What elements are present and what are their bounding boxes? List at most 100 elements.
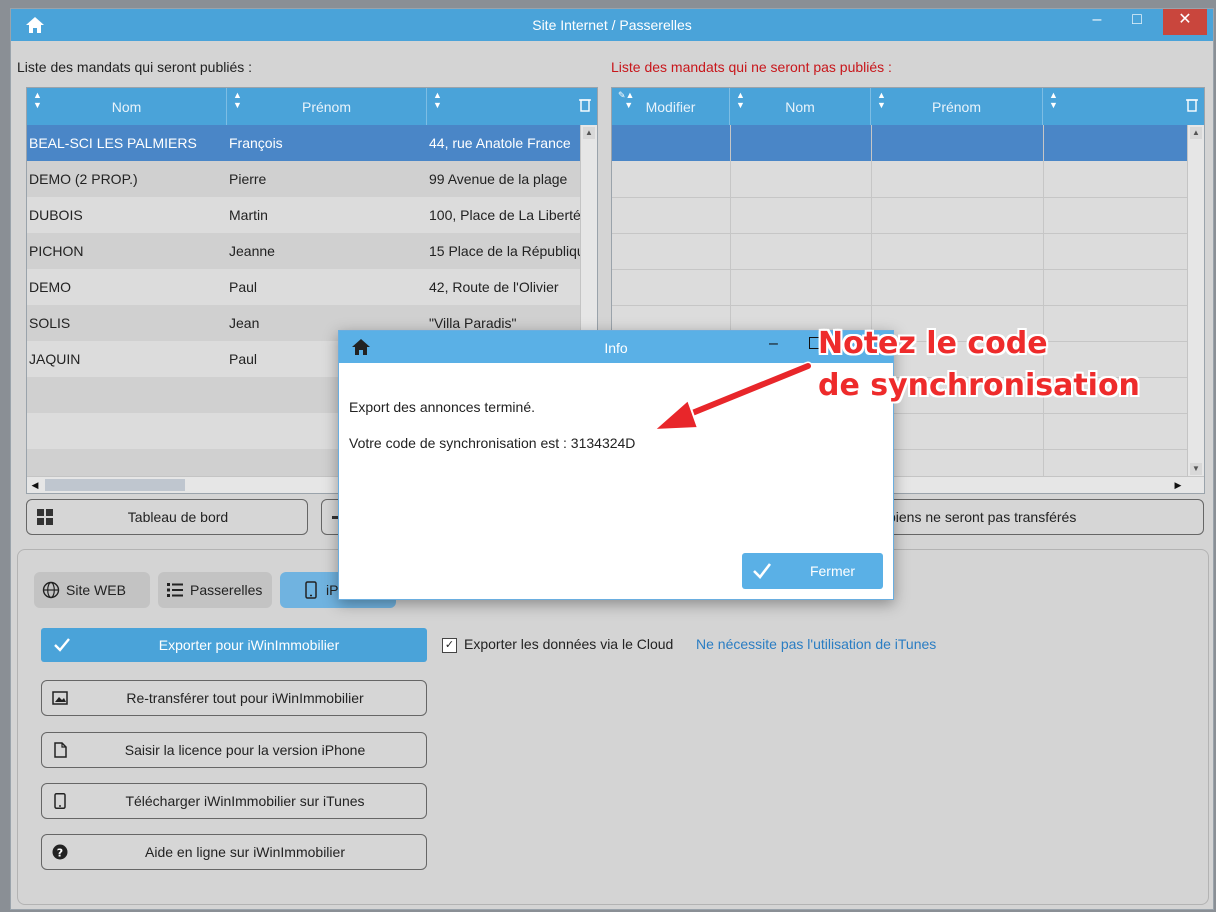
column-header-adresse[interactable]: ▲ ▼ — [427, 88, 597, 125]
cell-prenom: François — [229, 135, 283, 151]
document-icon — [54, 742, 67, 758]
dashboard-button[interactable]: Tableau de bord — [26, 499, 308, 535]
minimize-button[interactable]: – — [1077, 9, 1117, 35]
scroll-left-icon[interactable]: ◀ — [29, 479, 41, 491]
window-title: Site Internet / Passerelles — [532, 17, 692, 33]
download-button[interactable]: Télécharger iWinImmobilier sur iTunes — [41, 783, 427, 819]
table-row[interactable]: BEAL-SCI LES PALMIERS François 44, rue A… — [27, 125, 581, 161]
cloud-export-checkbox[interactable]: ✓ — [442, 638, 457, 653]
cell-nom: DEMO (2 PROP.) — [29, 171, 138, 187]
pin-icon[interactable] — [1186, 98, 1198, 112]
sort-icon: ▲ ▼ — [233, 90, 242, 110]
cell-nom: PICHON — [29, 243, 84, 259]
not-transferred-label: biens ne seront pas transférés — [888, 509, 1077, 525]
sort-icon: ▲ ▼ — [33, 90, 42, 110]
cell-prenom: Pierre — [229, 171, 267, 187]
dialog-message: Export des annonces terminé. — [349, 399, 535, 415]
table-row[interactable]: DEMO (2 PROP.) Pierre 99 Avenue de la pl… — [27, 161, 581, 197]
sort-icon: ▲ ▼ — [877, 90, 886, 110]
pin-icon[interactable] — [579, 98, 591, 112]
table-row[interactable]: DEMO Paul 42, Route de l'Olivier — [27, 269, 581, 305]
dialog-title-bar: Info – — [339, 331, 893, 363]
cell-nom: DUBOIS — [29, 207, 83, 223]
tab-passerelles[interactable]: Passerelles — [158, 572, 272, 608]
download-button-label: Télécharger iWinImmobilier sur iTunes — [125, 793, 365, 809]
close-dialog-button[interactable]: Fermer — [742, 553, 883, 589]
maximize-button[interactable]: □ — [1117, 9, 1157, 35]
export-panel: Site WEB Passerelles iPhone Exporter pou… — [17, 549, 1209, 905]
license-button[interactable]: Saisir la licence pour la version iPhone — [41, 732, 427, 768]
column-header-prenom[interactable]: ▲ ▼ Prénom — [871, 88, 1043, 125]
cell-adresse: 99 Avenue de la plage — [429, 171, 568, 187]
help-button-label: Aide en ligne sur iWinImmobilier — [145, 844, 345, 860]
annotation-line-2: de synchronisation — [818, 368, 1140, 403]
column-header-modifier[interactable]: ✎▲ ▼ Modifier — [612, 88, 730, 125]
cell-nom: JAQUIN — [29, 351, 81, 367]
grid-line — [612, 269, 1188, 270]
table-row[interactable]: PICHON Jeanne 15 Place de la République — [27, 233, 581, 269]
column-header-nom[interactable]: ▲ ▼ Nom — [27, 88, 227, 125]
grid-line — [612, 233, 1188, 234]
tab-label: Passerelles — [190, 582, 263, 598]
column-header-prenom[interactable]: ▲ ▼ Prénom — [227, 88, 427, 125]
cell-adresse: 100, Place de La Liberté — [429, 207, 581, 223]
cell-nom: BEAL-SCI LES PALMIERS — [29, 135, 197, 151]
table-header: ✎▲ ▼ Modifier ▲ ▼ Nom ▲ ▼ Prénom ▲ ▼ — [612, 88, 1204, 125]
scroll-up-icon[interactable]: ▲ — [583, 127, 595, 139]
published-list-label: Liste des mandats qui seront publiés : — [17, 59, 253, 75]
table-row[interactable] — [612, 125, 1188, 161]
scroll-up-icon[interactable]: ▲ — [1190, 127, 1202, 139]
column-header-extra[interactable]: ▲ ▼ — [1043, 88, 1204, 125]
check-icon — [753, 563, 772, 579]
help-button[interactable]: ? Aide en ligne sur iWinImmobilier — [41, 834, 427, 870]
export-button[interactable]: Exporter pour iWinImmobilier — [41, 628, 427, 662]
retransfer-button[interactable]: Re-transférer tout pour iWinImmobilier — [41, 680, 427, 716]
list-icon — [167, 583, 183, 597]
scroll-right-icon[interactable]: ▶ — [1172, 479, 1184, 491]
table-header: ▲ ▼ Nom ▲ ▼ Prénom ▲ ▼ — [27, 88, 597, 125]
dashboard-button-label: Tableau de bord — [127, 509, 229, 525]
grid-line — [612, 305, 1188, 306]
vertical-scrollbar[interactable]: ▲ ▼ — [1187, 125, 1204, 477]
phone-icon — [54, 793, 66, 809]
sync-code-message: Votre code de synchronisation est : 3134… — [349, 435, 636, 451]
sort-icon: ✎▲ ▼ — [618, 90, 635, 110]
grid-line — [612, 197, 1188, 198]
cell-adresse: 44, rue Anatole France — [429, 135, 571, 151]
not-transferred-button[interactable]: biens ne seront pas transférés — [877, 499, 1204, 535]
close-button[interactable]: ✕ — [1163, 9, 1207, 35]
title-bar: Site Internet / Passerelles – □ ✕ — [11, 9, 1213, 41]
license-button-label: Saisir la licence pour la version iPhone — [124, 742, 366, 758]
annotation-arrow-icon — [651, 361, 813, 432]
column-header-nom[interactable]: ▲ ▼ Nom — [730, 88, 871, 125]
globe-icon — [42, 581, 60, 599]
scrollbar-thumb[interactable] — [45, 479, 185, 491]
cell-prenom: Martin — [229, 207, 268, 223]
cell-adresse: 42, Route de l'Olivier — [429, 279, 559, 295]
sort-icon: ▲ ▼ — [433, 90, 442, 110]
export-button-label: Exporter pour iWinImmobilier — [158, 637, 340, 653]
annotation-line-1: Notez le code — [818, 326, 1048, 361]
dashboard-icon — [37, 509, 53, 525]
retransfer-button-label: Re-transférer tout pour iWinImmobilier — [126, 690, 364, 706]
cell-adresse: 15 Place de la République — [429, 243, 581, 259]
table-row[interactable]: DUBOIS Martin 100, Place de La Liberté — [27, 197, 581, 233]
scroll-down-icon[interactable]: ▼ — [1190, 463, 1202, 475]
close-dialog-button-label: Fermer — [809, 563, 856, 579]
cloud-export-label: Exporter les données via le Cloud — [464, 636, 674, 652]
image-icon — [52, 691, 68, 705]
grid-line — [1043, 125, 1044, 477]
unpublished-list-label: Liste des mandats qui ne seront pas publ… — [611, 59, 892, 75]
cloud-export-note: Ne nécessite pas l'utilisation de iTunes — [696, 636, 937, 652]
help-icon: ? — [52, 844, 68, 860]
cell-prenom: Paul — [229, 279, 258, 295]
tab-label: Site WEB — [66, 582, 126, 598]
check-icon — [54, 638, 70, 652]
phone-icon — [305, 581, 317, 599]
tab-site-web[interactable]: Site WEB — [34, 572, 150, 608]
cell-nom: SOLIS — [29, 315, 71, 331]
dialog-minimize-button[interactable]: – — [769, 335, 778, 353]
cell-nom: DEMO — [29, 279, 71, 295]
cell-prenom: Jeanne — [229, 243, 275, 259]
sort-icon: ▲ ▼ — [736, 90, 745, 110]
